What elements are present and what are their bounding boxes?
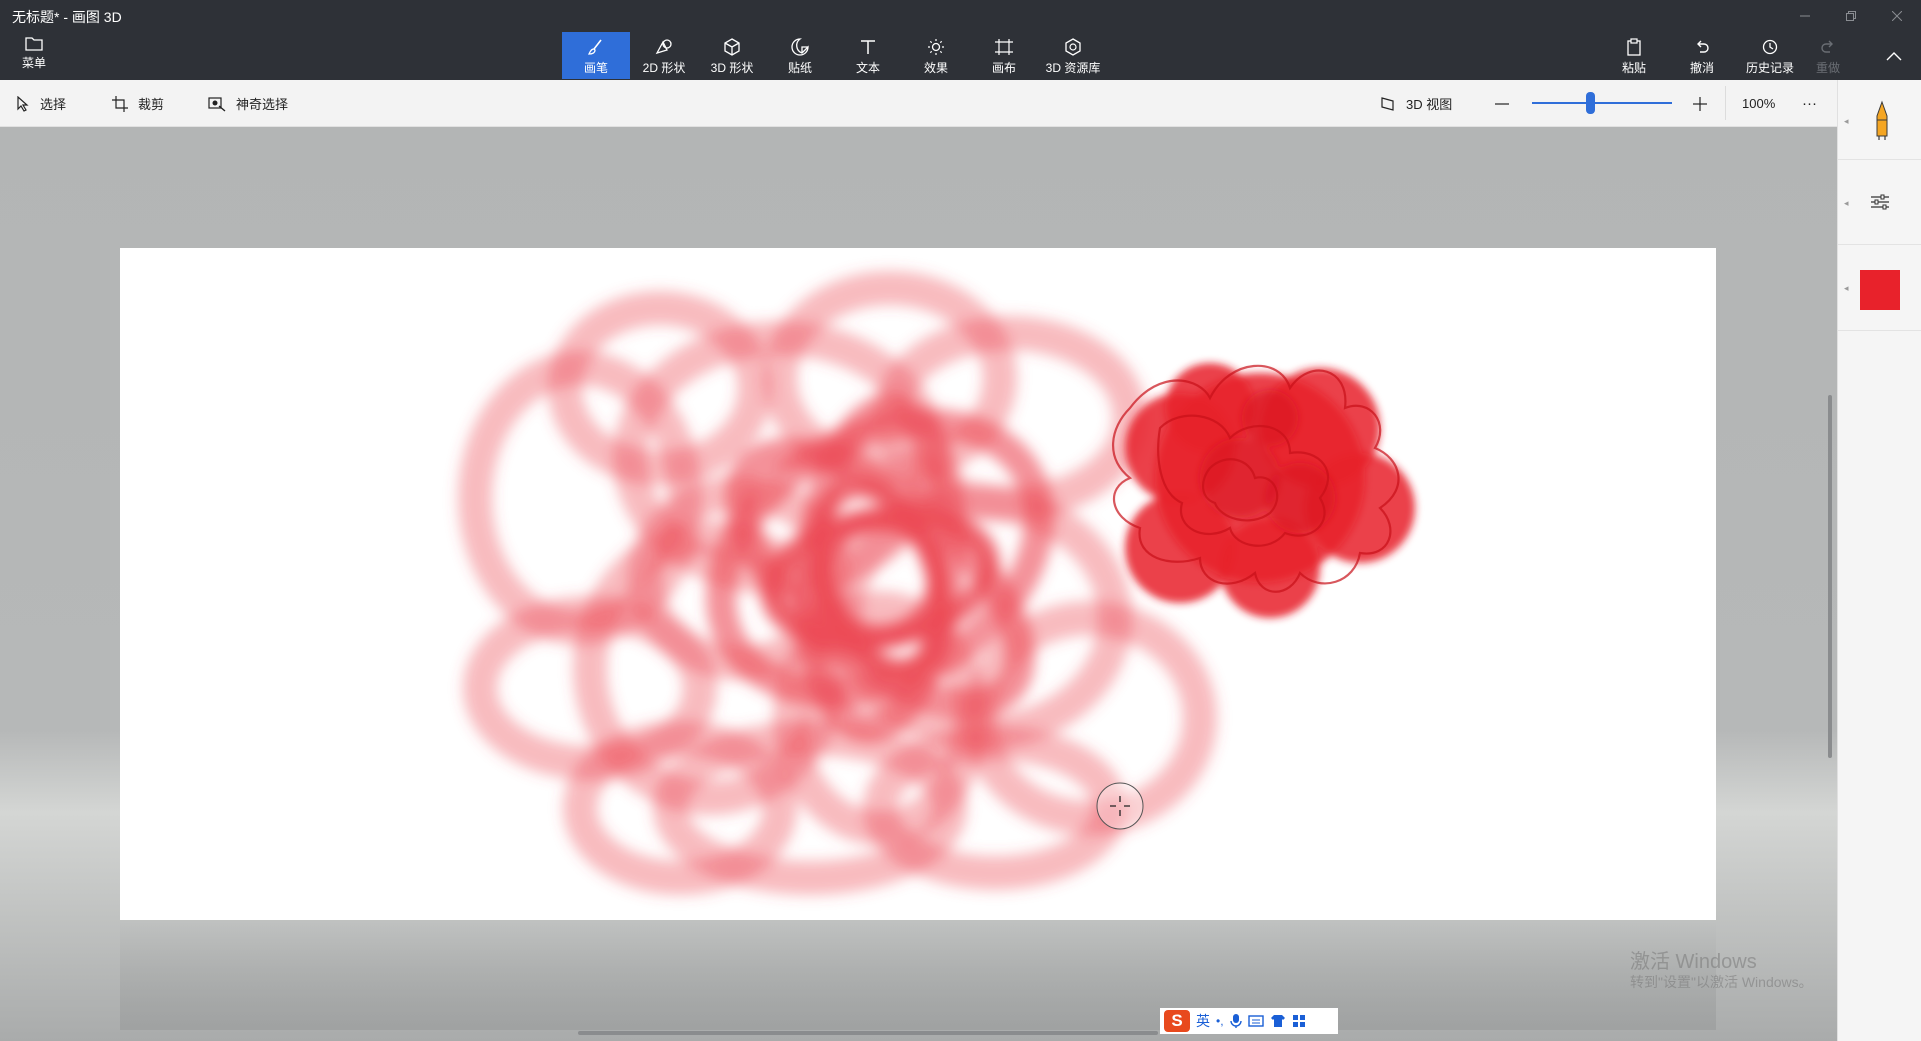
apps-grid-icon[interactable] bbox=[1292, 1014, 1306, 1028]
history-button[interactable]: 历史记录 bbox=[1738, 34, 1802, 76]
tool-stickers-label: 贴纸 bbox=[787, 61, 812, 75]
select-button[interactable]: 选择 bbox=[16, 80, 66, 127]
effects-icon bbox=[928, 39, 944, 55]
redo-icon bbox=[1821, 40, 1833, 53]
marker-icon bbox=[1876, 100, 1888, 140]
activation-watermark-subtitle: 转到"设置"以激活 Windows。 bbox=[1630, 974, 1813, 990]
side-panel: ◂ ◂ ◂ bbox=[1837, 80, 1921, 1041]
tool-stickers[interactable]: 贴纸 bbox=[766, 32, 834, 79]
microphone-icon[interactable] bbox=[1229, 1013, 1242, 1029]
window-title: 无标题* - 画图 3D bbox=[12, 9, 122, 25]
vertical-scrollbar[interactable] bbox=[1828, 395, 1832, 758]
more-options-button[interactable]: ··· bbox=[1802, 80, 1817, 127]
3d-view-button[interactable]: 3D 视图 bbox=[1380, 80, 1452, 127]
tool-3d-shapes-label: 3D 形状 bbox=[710, 61, 754, 75]
tool-brush-label: 画笔 bbox=[583, 61, 608, 75]
zoom-value-label: 100% bbox=[1742, 96, 1776, 111]
magic-select-label: 神奇选择 bbox=[236, 97, 289, 112]
plus-icon bbox=[1693, 96, 1707, 111]
painting bbox=[458, 271, 1415, 895]
tool-brush[interactable]: 画笔 bbox=[562, 32, 630, 79]
divider bbox=[1725, 86, 1726, 120]
tool-canvas[interactable]: 画布 bbox=[970, 32, 1038, 79]
library-3d-icon bbox=[1065, 38, 1081, 56]
airbrush-flower bbox=[458, 271, 1217, 895]
zoom-slider-track[interactable] bbox=[1532, 102, 1672, 104]
tool-text[interactable]: 文本 bbox=[834, 32, 902, 79]
color-tab[interactable]: ◂ bbox=[1838, 245, 1921, 331]
sticker-icon bbox=[791, 38, 809, 56]
redo-button[interactable]: 重做 bbox=[1806, 34, 1850, 76]
tool-effects-label: 效果 bbox=[923, 61, 948, 75]
tool-preview-tab[interactable]: ◂ bbox=[1838, 80, 1921, 160]
tool-text-label: 文本 bbox=[855, 61, 880, 75]
activation-watermark-title: 激活 Windows bbox=[1630, 951, 1757, 973]
text-icon bbox=[861, 40, 875, 54]
cursor-icon bbox=[17, 95, 29, 112]
keyboard-icon[interactable] bbox=[1247, 1014, 1264, 1028]
horizontal-scrollbar[interactable] bbox=[578, 1031, 1158, 1035]
skin-icon[interactable] bbox=[1270, 1014, 1286, 1028]
ime-toolbar[interactable]: S 英 •, bbox=[1160, 1008, 1338, 1034]
restore-icon[interactable] bbox=[1828, 0, 1874, 32]
tool-effects[interactable]: 效果 bbox=[902, 32, 970, 79]
tool-3d-shapes[interactable]: 3D 形状 bbox=[698, 32, 766, 79]
undo-icon bbox=[1697, 40, 1709, 53]
view-3d-icon bbox=[1381, 96, 1394, 111]
undo-button[interactable]: 撤消 bbox=[1670, 34, 1734, 76]
tool-2d-shapes[interactable]: 2D 形状 bbox=[630, 32, 698, 79]
3d-view-label: 3D 视图 bbox=[1406, 97, 1453, 112]
magic-select-icon bbox=[208, 96, 226, 112]
tool-2d-shapes-label: 2D 形状 bbox=[642, 61, 686, 75]
tool-3d-library-label: 3D 资源库 bbox=[1045, 61, 1101, 75]
redo-label: 重做 bbox=[1815, 61, 1840, 75]
filled-flower bbox=[1112, 363, 1415, 618]
minus-icon bbox=[1495, 102, 1509, 105]
brush-icon bbox=[587, 39, 602, 55]
folder-icon bbox=[25, 37, 43, 51]
clipboard-icon bbox=[1627, 38, 1641, 56]
drawing-canvas[interactable] bbox=[120, 248, 1716, 920]
expand-arrow-icon: ◂ bbox=[1844, 283, 1849, 293]
zoom-value[interactable]: 100% bbox=[1742, 80, 1775, 127]
tool-canvas-label: 画布 bbox=[991, 61, 1016, 75]
selected-color-swatch[interactable] bbox=[1860, 270, 1900, 310]
expand-arrow-icon: ◂ bbox=[1844, 116, 1849, 126]
history-icon bbox=[1762, 39, 1778, 55]
magic-select-button[interactable]: 神奇选择 bbox=[208, 80, 288, 127]
zoom-out-button[interactable] bbox=[1494, 80, 1520, 127]
menu-button[interactable]: 菜单 bbox=[14, 36, 54, 76]
collapse-ribbon-icon[interactable] bbox=[1886, 48, 1902, 66]
ime-punct-label[interactable]: •, bbox=[1216, 1014, 1224, 1028]
more-options-icon: ··· bbox=[1802, 95, 1817, 112]
crop-label: 裁剪 bbox=[138, 97, 165, 112]
sogou-logo-icon: S bbox=[1164, 1010, 1190, 1032]
secondary-toolbar: 选择 裁剪 神奇选择 3D 视图 100% ··· bbox=[0, 80, 1837, 127]
tool-3d-library[interactable]: 3D 资源库 bbox=[1038, 32, 1108, 79]
paste-button[interactable]: 粘贴 bbox=[1602, 34, 1666, 76]
undo-label: 撤消 bbox=[1689, 61, 1714, 75]
history-label: 历史记录 bbox=[1745, 61, 1794, 75]
minimize-icon[interactable] bbox=[1782, 0, 1828, 32]
brush-cursor bbox=[1096, 782, 1144, 830]
expand-arrow-icon: ◂ bbox=[1844, 198, 1849, 208]
menu-label: 菜单 bbox=[21, 56, 46, 70]
crop-icon bbox=[112, 95, 128, 112]
ime-mode-label[interactable]: 英 bbox=[1196, 1011, 1210, 1031]
cube-icon bbox=[724, 38, 740, 56]
crop-button[interactable]: 裁剪 bbox=[112, 80, 164, 127]
shapes-2d-icon bbox=[655, 39, 672, 55]
close-icon[interactable] bbox=[1874, 0, 1920, 32]
zoom-slider-thumb[interactable] bbox=[1586, 92, 1596, 114]
paste-label: 粘贴 bbox=[1621, 61, 1646, 75]
canvas-reflection bbox=[120, 920, 1716, 1030]
sliders-icon bbox=[1871, 194, 1889, 210]
brush-settings-tab[interactable]: ◂ bbox=[1838, 160, 1921, 245]
select-label: 选择 bbox=[40, 97, 67, 112]
canvas-icon bbox=[995, 39, 1013, 55]
zoom-in-button[interactable] bbox=[1692, 80, 1718, 127]
title-ribbon-bar: 无标题* - 画图 3D 菜单 画笔 2D 形状 3D 形状 贴纸 文本 效果 … bbox=[0, 0, 1921, 80]
